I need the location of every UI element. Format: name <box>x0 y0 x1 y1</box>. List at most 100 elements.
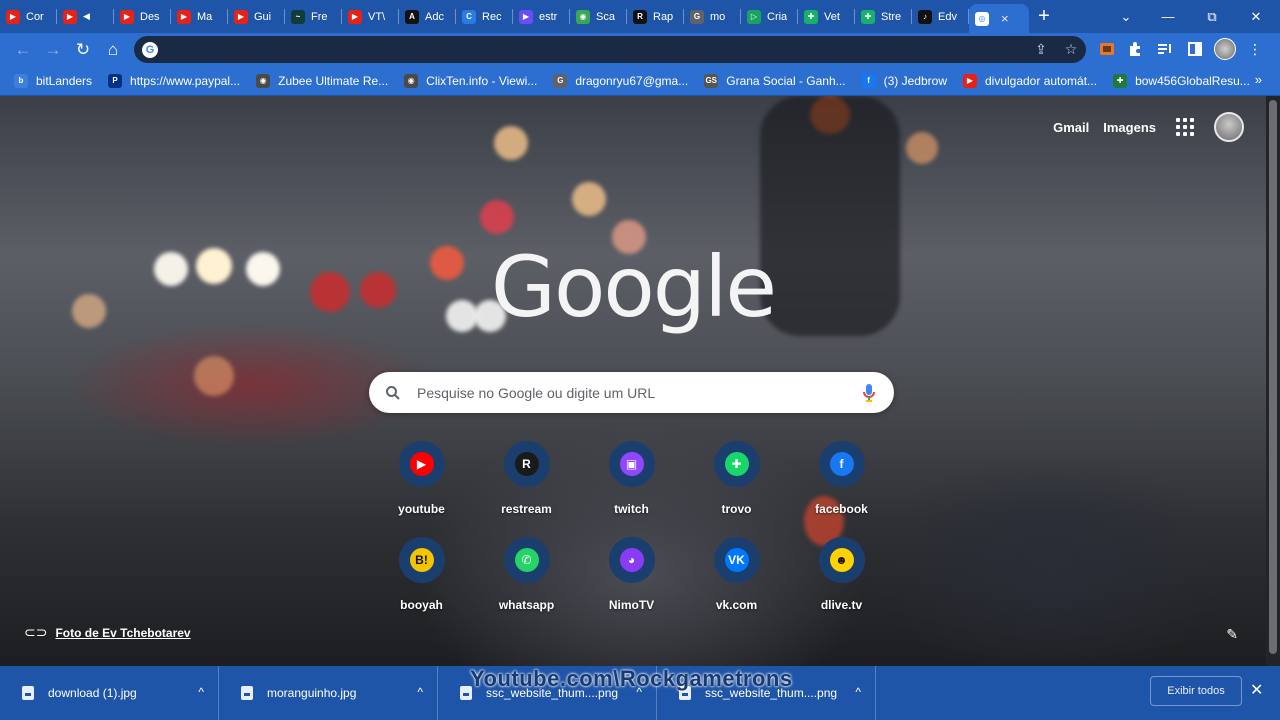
bookmarks-overflow-button[interactable]: » <box>1255 72 1262 87</box>
tab-audio-icon[interactable]: ◀ <box>83 11 90 22</box>
search-box[interactable] <box>369 372 894 413</box>
chrome-icon: ◎ <box>975 11 989 26</box>
shortcut-tile[interactable]: ▶ youtube <box>369 441 474 516</box>
browser-tab[interactable]: C Rec <box>456 0 513 33</box>
bookmark-star-icon[interactable]: ☆ <box>1056 41 1086 58</box>
browser-tab[interactable]: ✚ Stre <box>855 0 912 33</box>
browser-tab[interactable]: ▶ Gui <box>228 0 285 33</box>
browser-tab[interactable]: ▷ Cria <box>741 0 798 33</box>
scrollbar-thumb[interactable] <box>1269 100 1277 654</box>
shortcut-icon-circle[interactable]: ✆ <box>503 537 550 583</box>
home-button[interactable]: ⌂ <box>98 35 128 65</box>
tab-search-dropdown[interactable]: ⌄ <box>1104 0 1148 33</box>
browser-tab[interactable]: ▶ Cor <box>0 0 57 33</box>
browser-tab[interactable]: ▶ ◀ <box>57 0 114 33</box>
shortcut-icon-circle[interactable]: ✚ <box>713 441 760 487</box>
browser-tab[interactable]: ▶ estr <box>513 0 570 33</box>
shortcut-tile[interactable]: f facebook <box>789 441 894 516</box>
restore-button[interactable]: ⧉ <box>1190 0 1234 33</box>
microphone-icon[interactable] <box>844 383 894 403</box>
account-avatar[interactable] <box>1214 112 1244 142</box>
address-bar-input[interactable] <box>158 36 1026 63</box>
bookmark-item[interactable]: GS Grana Social - Ganh... <box>704 73 846 88</box>
browser-tab[interactable]: R Rap <box>627 0 684 33</box>
bookmark-item[interactable]: ◉ Zubee Ultimate Re... <box>256 73 388 88</box>
download-item[interactable]: download (1).jpg ^ <box>0 666 219 720</box>
minimize-button[interactable]: — <box>1146 0 1190 33</box>
photo-credit-link[interactable]: ⊂⊃ Foto de Ev Tchebotarev <box>24 624 191 641</box>
nimotv-icon: ◕ <box>619 548 644 572</box>
shortcut-tile[interactable]: ▣ twitch <box>579 441 684 516</box>
show-all-downloads-button[interactable]: Exibir todos <box>1150 676 1242 706</box>
media-control-icon[interactable] <box>1154 38 1176 60</box>
browser-tab[interactable]: Gmo <box>684 0 741 33</box>
shortcut-icon-circle[interactable]: f <box>818 441 865 487</box>
images-link[interactable]: Imagens <box>1103 120 1156 135</box>
shortcut-label: restream <box>501 502 552 516</box>
shortcut-icon-circle[interactable]: B! <box>398 537 445 583</box>
shortcut-icon-circle[interactable]: ☻ <box>818 537 865 583</box>
shortcut-tile[interactable]: ◕ NimoTV <box>579 537 684 612</box>
shortcut-tile[interactable]: ✆ whatsapp <box>474 537 579 612</box>
shortcut-icon-circle[interactable]: R <box>503 441 550 487</box>
gmail-link[interactable]: Gmail <box>1053 120 1089 135</box>
reload-button[interactable]: ↻ <box>68 35 98 65</box>
bookmark-item[interactable]: ▶ divulgador automát... <box>962 73 1097 88</box>
booyah-icon: B! <box>409 548 434 572</box>
close-downloads-bar-button[interactable]: ✕ <box>1250 680 1263 700</box>
new-tab-page: Gmail Imagens Google ▶ youtube Rrestream ▣ t… <box>0 96 1280 666</box>
shortcut-tile[interactable]: Rrestream <box>474 441 579 516</box>
shortcut-icon-circle[interactable]: VK <box>713 537 760 583</box>
bookmark-item[interactable]: ◉ ClixTen.info - Viewi... <box>404 73 537 88</box>
download-item[interactable]: moranguinho.jpg ^ <box>219 666 438 720</box>
shortcut-icon-circle[interactable]: ▣ <box>608 441 655 487</box>
customize-pencil-icon[interactable]: ✎ <box>1226 626 1238 643</box>
bookmark-favicon-icon: ◉ <box>256 73 271 88</box>
shortcut-label: NimoTV <box>608 598 655 612</box>
tab-favicon-icon: ✚ <box>861 9 875 24</box>
share-icon[interactable]: ⇪ <box>1026 41 1056 58</box>
browser-tab[interactable]: ▶ VT\ <box>342 0 399 33</box>
close-window-button[interactable]: ✕ <box>1234 0 1278 33</box>
shortcut-tile[interactable]: ✚ trovo <box>684 441 789 516</box>
omnibox[interactable]: G ⇪ ☆ <box>134 36 1086 63</box>
google-apps-icon[interactable] <box>1176 118 1194 136</box>
download-options-chevron-icon[interactable]: ^ <box>417 685 423 699</box>
browser-tab[interactable]: ~ Fre <box>285 0 342 33</box>
browser-tab[interactable]: ▶ Ma <box>171 0 228 33</box>
profile-avatar[interactable] <box>1214 38 1236 60</box>
bookmark-item[interactable]: ✚ bow456GlobalResu... <box>1113 73 1250 88</box>
browser-tab[interactable]: ♪ Edv <box>912 0 969 33</box>
bookmark-label: (3) Jedbrow <box>883 73 947 88</box>
new-tab-button[interactable]: + <box>1029 0 1059 33</box>
shortcut-icon-circle[interactable]: ◕ <box>608 537 655 583</box>
search-input[interactable] <box>417 384 844 401</box>
puzzle-icon[interactable] <box>1124 38 1146 60</box>
browser-tab[interactable]: ▶ Des <box>114 0 171 33</box>
bookmark-item[interactable]: f (3) Jedbrow <box>861 73 947 88</box>
bookmark-item[interactable]: b bitLanders <box>14 73 92 88</box>
side-panel-icon[interactable] <box>1184 38 1206 60</box>
fox-extension-icon[interactable] <box>1096 38 1118 60</box>
scrollbar[interactable] <box>1266 96 1280 666</box>
close-tab-icon[interactable]: × <box>1001 11 1009 26</box>
bookmark-label: bow456GlobalResu... <box>1135 73 1250 88</box>
bookmark-item[interactable]: Gdragonryu67@gma... <box>553 73 688 88</box>
vk-com-icon: VK <box>724 548 749 572</box>
back-button[interactable]: ← <box>8 35 38 65</box>
forward-button[interactable]: → <box>38 35 68 65</box>
active-tab[interactable]: ◎ × <box>969 4 1029 33</box>
shortcut-tile[interactable]: VK vk.com <box>684 537 789 612</box>
bookmark-item[interactable]: Phttps://www.paypal... <box>108 73 240 88</box>
shortcut-tile[interactable]: B! booyah <box>369 537 474 612</box>
download-options-chevron-icon[interactable]: ^ <box>198 685 204 699</box>
shortcut-icon-circle[interactable]: ▶ <box>398 441 445 487</box>
browser-tab[interactable]: ◉ Sca <box>570 0 627 33</box>
tab-favicon-icon: ✚ <box>804 9 818 24</box>
browser-tab[interactable]: A Adc <box>399 0 456 33</box>
shortcut-label: whatsapp <box>498 598 555 612</box>
browser-tab[interactable]: ✚ Vet <box>798 0 855 33</box>
download-options-chevron-icon[interactable]: ^ <box>855 685 861 699</box>
shortcut-tile[interactable]: ☻ dlive.tv <box>789 537 894 612</box>
menu-kebab-icon[interactable]: ⋮ <box>1244 38 1266 60</box>
